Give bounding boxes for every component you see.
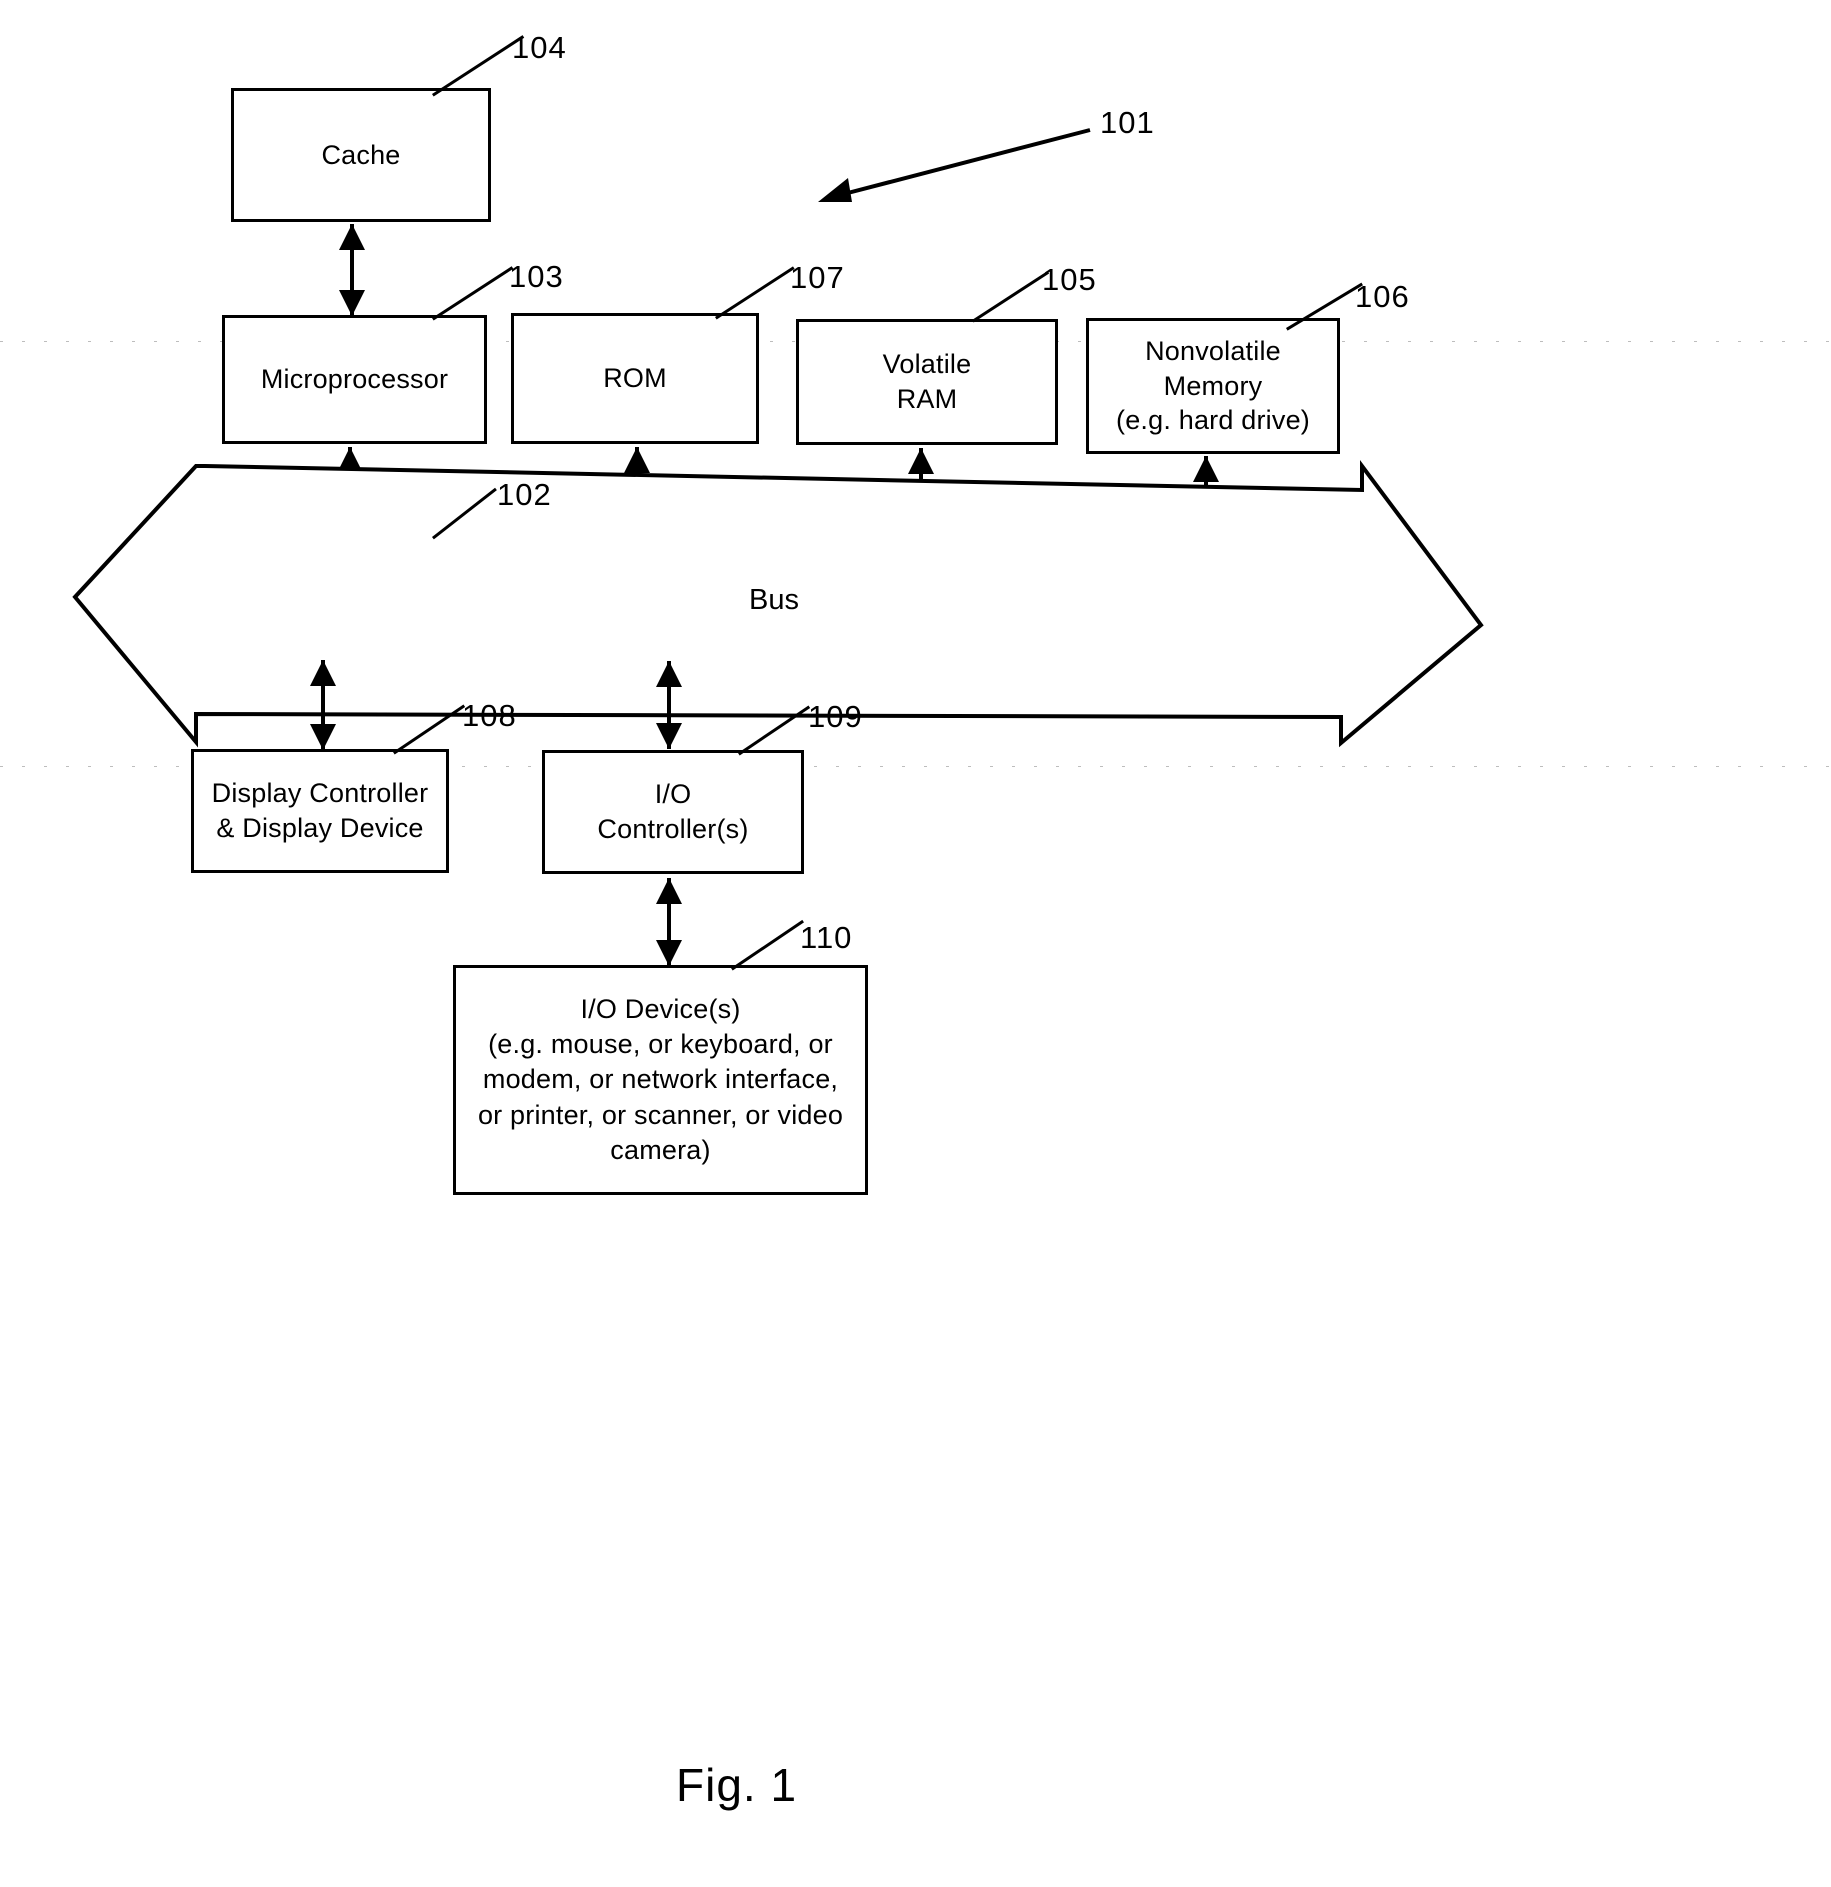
block-bus	[72, 459, 1484, 748]
ref-102: 102	[497, 477, 552, 512]
arrow-bus-io-controller	[656, 661, 682, 749]
block-io-controller: I/O Controller(s)	[542, 750, 804, 874]
figure-sheet: Cache 104 101 Microprocessor 103 ROM 107…	[0, 0, 1831, 1887]
leader-line-110	[731, 919, 804, 971]
block-display-controller-label: Display Controller & Display Device	[211, 778, 429, 843]
figure-caption: Fig. 1	[676, 1759, 798, 1811]
ref-109: 109	[808, 699, 863, 734]
block-display-controller: Display Controller & Display Device	[191, 749, 449, 873]
block-io-devices-label: I/O Device(s) (e.g. mouse, or keyboard, …	[477, 994, 844, 1165]
ref-108: 108	[462, 698, 517, 733]
arrow-bus-display-controller	[310, 660, 336, 750]
arrow-io-controller-io-devices	[656, 878, 682, 966]
ref-110: 110	[800, 920, 853, 955]
block-io-devices: I/O Device(s) (e.g. mouse, or keyboard, …	[453, 965, 868, 1195]
block-io-controller-label: I/O Controller(s)	[597, 779, 749, 844]
block-bus-label: Bus	[749, 584, 799, 616]
